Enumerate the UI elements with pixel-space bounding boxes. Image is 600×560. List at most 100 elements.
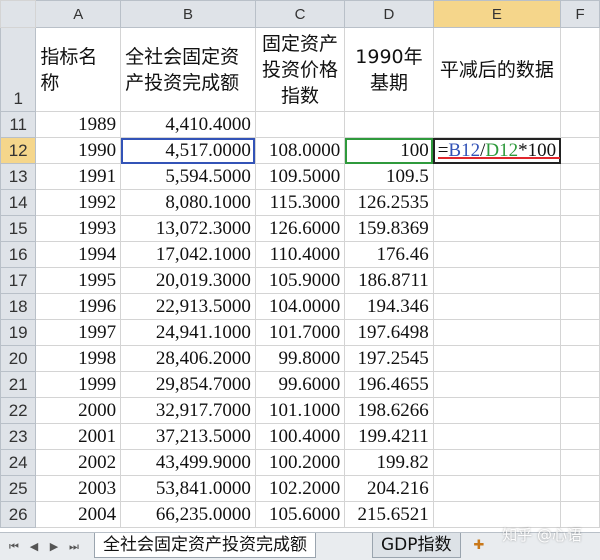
sheet-tab-gdp-index[interactable]: GDP指数	[372, 533, 461, 558]
cell-a-25[interactable]: 2003	[35, 475, 122, 502]
cell-e-18[interactable]	[432, 293, 562, 320]
cell-e-23[interactable]	[432, 423, 562, 450]
last-sheet-icon[interactable]: ⏭	[66, 539, 82, 555]
cell-d-14[interactable]: 126.2535	[344, 189, 434, 216]
row-header-13[interactable]: 13	[0, 163, 37, 190]
cell-e-11[interactable]	[432, 111, 562, 138]
cell-c-25[interactable]: 102.2000	[254, 475, 346, 502]
cell-b-20[interactable]: 28,406.2000	[120, 345, 256, 372]
row-header-16[interactable]: 16	[0, 241, 37, 268]
cell-a-21[interactable]: 1999	[35, 371, 122, 398]
cell-c-14[interactable]: 115.3000	[254, 189, 346, 216]
prev-sheet-icon[interactable]: ◀	[26, 539, 42, 555]
cell-c-13[interactable]: 109.5000	[254, 163, 346, 190]
cell-f-21[interactable]	[560, 371, 600, 398]
formula-text[interactable]: =B12/D12*100	[437, 140, 560, 161]
cell-a-19[interactable]: 1997	[35, 319, 122, 346]
cell-d-25[interactable]: 204.216	[344, 475, 434, 502]
cell-d-18[interactable]: 194.346	[344, 293, 434, 320]
cell-b-22[interactable]: 32,917.7000	[120, 397, 256, 424]
cell-b-19[interactable]: 24,941.1000	[120, 319, 256, 346]
cell-b-21[interactable]: 29,854.7000	[120, 371, 256, 398]
row-header-15[interactable]: 15	[0, 215, 37, 242]
cell-c-11[interactable]	[254, 111, 346, 138]
cell-b-11[interactable]: 4,410.4000	[120, 111, 256, 138]
cell-c-23[interactable]: 100.4000	[254, 423, 346, 450]
row-header-19[interactable]: 19	[0, 319, 37, 346]
cell-e-25[interactable]	[432, 475, 562, 502]
cell-a-12[interactable]: 1990	[35, 137, 122, 164]
cell-c-22[interactable]: 101.1000	[254, 397, 346, 424]
cell-e-16[interactable]	[432, 241, 562, 268]
cell-e-24[interactable]	[432, 449, 562, 476]
row-header-1[interactable]: 1	[0, 27, 37, 112]
cell-d-22[interactable]: 198.6266	[344, 397, 434, 424]
cell-b-16[interactable]: 17,042.1000	[120, 241, 256, 268]
cell-f-15[interactable]	[560, 215, 600, 242]
column-header-b[interactable]: B	[120, 0, 256, 28]
row-header-21[interactable]: 21	[0, 371, 37, 398]
cell-f-17[interactable]	[560, 267, 600, 294]
cell-c-18[interactable]: 104.0000	[254, 293, 346, 320]
cell-e-21[interactable]	[432, 371, 562, 398]
cell-a-14[interactable]: 1992	[35, 189, 122, 216]
cell-a-23[interactable]: 2001	[35, 423, 122, 450]
cell-c1[interactable]: 固定资产投资价格指数	[254, 27, 346, 112]
sheet-tab-investment[interactable]: 全社会固定资产投资完成额	[94, 533, 316, 558]
cell-a-22[interactable]: 2000	[35, 397, 122, 424]
cell-f-13[interactable]	[560, 163, 600, 190]
cell-b-13[interactable]: 5,594.5000	[120, 163, 256, 190]
cell-f-22[interactable]	[560, 397, 600, 424]
first-sheet-icon[interactable]: ⏮	[6, 539, 22, 555]
cell-d-24[interactable]: 199.82	[344, 449, 434, 476]
cell-c-16[interactable]: 110.4000	[254, 241, 346, 268]
cell-e-22[interactable]	[432, 397, 562, 424]
cell-b-25[interactable]: 53,841.0000	[120, 475, 256, 502]
cell-e-17[interactable]	[432, 267, 562, 294]
add-sheet-icon[interactable]: ✚	[470, 537, 488, 555]
cell-a-11[interactable]: 1989	[35, 111, 122, 138]
cell-d-23[interactable]: 199.4211	[344, 423, 434, 450]
cell-d-11[interactable]	[344, 111, 434, 138]
cell-e-15[interactable]	[432, 215, 562, 242]
row-header-20[interactable]: 20	[0, 345, 37, 372]
cell-f-19[interactable]	[560, 319, 600, 346]
cell-e-20[interactable]	[432, 345, 562, 372]
row-header-12[interactable]: 12	[0, 137, 37, 164]
cell-c-26[interactable]: 105.6000	[254, 501, 346, 528]
row-header-24[interactable]: 24	[0, 449, 37, 476]
cell-a-20[interactable]: 1998	[35, 345, 122, 372]
row-header-23[interactable]: 23	[0, 423, 37, 450]
cell-a-16[interactable]: 1994	[35, 241, 122, 268]
cell-f-23[interactable]	[560, 423, 600, 450]
cell-d-26[interactable]: 215.6521	[344, 501, 434, 528]
cell-b1[interactable]: 全社会固定资产投资完成额	[120, 27, 256, 112]
cell-f-14[interactable]	[560, 189, 600, 216]
cell-a1[interactable]: 指标名称	[35, 27, 122, 112]
cell-b-17[interactable]: 20,019.3000	[120, 267, 256, 294]
cell-b-18[interactable]: 22,913.5000	[120, 293, 256, 320]
cell-c-15[interactable]: 126.6000	[254, 215, 346, 242]
column-header-f[interactable]: F	[560, 0, 600, 28]
column-header-e[interactable]: E	[432, 0, 562, 28]
cell-c-12[interactable]: 108.0000	[254, 137, 346, 164]
column-header-d[interactable]: D	[344, 0, 434, 28]
cell-e1[interactable]: 平减后的数据	[432, 27, 562, 112]
cell-b-12[interactable]: 4,517.0000	[120, 137, 256, 164]
cell-c-24[interactable]: 100.2000	[254, 449, 346, 476]
cell-a-18[interactable]: 1996	[35, 293, 122, 320]
cell-e-12[interactable]: =B12/D12*100	[432, 137, 562, 164]
row-header-22[interactable]: 22	[0, 397, 37, 424]
cell-d-17[interactable]: 186.8711	[344, 267, 434, 294]
cell-a-17[interactable]: 1995	[35, 267, 122, 294]
next-sheet-icon[interactable]: ▶	[46, 539, 62, 555]
row-header-26[interactable]: 26	[0, 501, 37, 528]
row-header-25[interactable]: 25	[0, 475, 37, 502]
cell-b-23[interactable]: 37,213.5000	[120, 423, 256, 450]
cell-f-11[interactable]	[560, 111, 600, 138]
cell-b-15[interactable]: 13,072.3000	[120, 215, 256, 242]
cell-f-20[interactable]	[560, 345, 600, 372]
cell-b-26[interactable]: 66,235.0000	[120, 501, 256, 528]
cell-b-14[interactable]: 8,080.1000	[120, 189, 256, 216]
cell-b-24[interactable]: 43,499.9000	[120, 449, 256, 476]
